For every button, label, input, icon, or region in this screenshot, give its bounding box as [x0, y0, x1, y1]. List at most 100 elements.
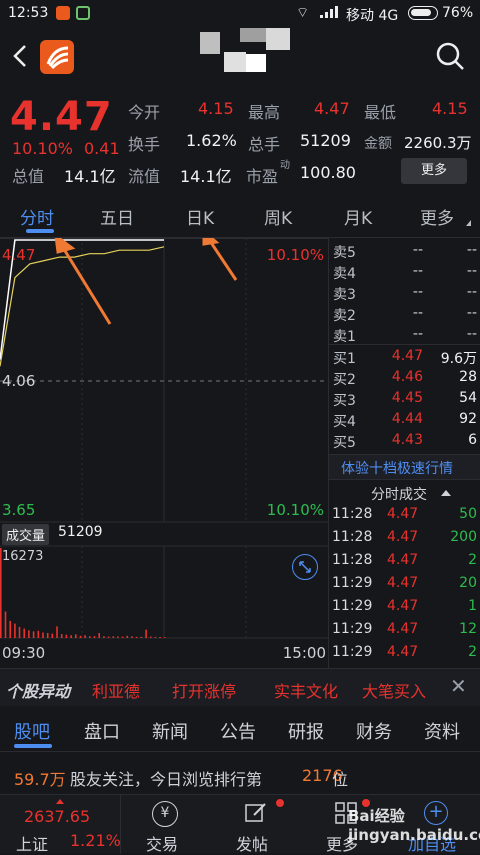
alert-item-1[interactable]: 利亚德 [92, 678, 140, 702]
sell-price: -- [412, 326, 423, 342]
pe-label: 市盈 [246, 167, 279, 186]
buy-row: 买5 4.43 6 [329, 432, 480, 453]
trade-icon: ¥ [152, 801, 178, 827]
buy-volume: 92 [459, 411, 477, 427]
tab-five-day[interactable]: 五日 [100, 204, 134, 229]
time-axis-start: 09:30 [2, 644, 46, 662]
mktcap-label: 总值 [12, 167, 45, 186]
ticks-sort-icon[interactable] [441, 490, 451, 496]
alert-item-3[interactable]: 实丰文化 [274, 678, 338, 702]
volume-bar [145, 629, 147, 638]
intraday-chart[interactable]: 4.47 10.10% 4.06 3.65 10.10% 成交量 51209 1… [0, 238, 328, 668]
volume-bar [46, 633, 49, 638]
tick-volume: 2 [468, 644, 477, 660]
volume-bar [159, 637, 161, 638]
volume-bar [121, 636, 124, 638]
volume-bar [98, 633, 100, 638]
sell-row: 卖3 -- -- [329, 284, 480, 305]
tick-volume: 1 [468, 598, 477, 614]
volume-bar [164, 637, 166, 638]
sell-price: -- [412, 263, 423, 279]
post-label: 发帖 [236, 835, 269, 854]
section-news[interactable]: 新闻 [152, 718, 188, 744]
tab-more[interactable]: 更多 [420, 204, 454, 229]
battery-icon [408, 6, 438, 20]
tab-weekly-k[interactable]: 周K [264, 204, 292, 229]
buy-label: 买5 [333, 435, 356, 451]
header [0, 28, 480, 88]
annotation-arrows [54, 238, 238, 325]
tab-intraday[interactable]: 分时 [20, 204, 54, 229]
expand-icon[interactable] [292, 554, 318, 580]
more-button[interactable]: 更多 [401, 158, 467, 184]
post-button[interactable]: 发帖 [224, 795, 314, 854]
ten-level-promo[interactable]: 体验十档极速行情 [329, 454, 480, 480]
tab-monthly-k[interactable]: 月K [344, 204, 372, 229]
tick-time: 11:29 [332, 598, 373, 614]
section-research[interactable]: 研报 [288, 718, 324, 744]
chart-tabs: 分时 五日 日K 周K 月K 更多 [0, 196, 480, 238]
change-amount: 0.41 [84, 139, 120, 158]
sell-label: 卖4 [333, 266, 356, 282]
tick-price: 4.47 [387, 529, 419, 545]
section-announcements[interactable]: 公告 [220, 718, 256, 744]
section-tabs: 股吧 盘口 新闻 公告 研报 财务 资料 [0, 706, 480, 752]
section-forum[interactable]: 股吧 [14, 718, 50, 744]
stock-name-mosaic [200, 28, 290, 74]
high-value: 4.47 [314, 99, 350, 118]
volume-bar [28, 630, 30, 638]
index-quote[interactable]: 2637.65 上证 1.21% [0, 795, 121, 854]
alert-item-4[interactable]: 大笔买入 [362, 678, 426, 702]
pe-value: 100.80 [300, 163, 356, 182]
time-axis-end: 15:00 [282, 644, 326, 662]
trade-button[interactable]: ¥ 交易 [124, 795, 214, 854]
more-dropdown-icon [466, 220, 471, 226]
follower-info: 59.7万 股友关注，今日浏览排行第 2176 位 [0, 758, 480, 794]
section-orderbook[interactable]: 盘口 [84, 718, 120, 744]
sell-row: 卖4 -- -- [329, 263, 480, 284]
mktcap-value: 14.1亿 [64, 167, 116, 186]
chart-canvas [0, 238, 328, 639]
tick-time: 11:28 [332, 506, 373, 522]
footer-divider [120, 795, 121, 854]
low-label: 最低 [364, 103, 397, 122]
status-time: 12:53 [8, 5, 49, 21]
buy-price: 4.46 [391, 369, 423, 385]
sell-label: 卖3 [333, 287, 356, 303]
volume-bar [14, 623, 16, 638]
volume-bar [89, 636, 91, 638]
sell-volume: -- [466, 305, 477, 321]
close-icon[interactable]: ✕ [450, 674, 467, 698]
app-notification-icon [56, 6, 70, 20]
follower-count: 59.7万 [14, 770, 66, 789]
buy-label: 买1 [333, 351, 356, 367]
volume-bar [79, 635, 82, 638]
volume-indicator-label[interactable]: 成交量 [2, 524, 50, 545]
buy-label: 买2 [333, 372, 356, 388]
chart-high-price: 4.47 [2, 246, 36, 264]
volume-bar [18, 626, 21, 638]
volume-bar [93, 636, 96, 638]
status-bar: 12:53 ⌔ 移动 4G 76% [0, 0, 480, 28]
book-divider [329, 344, 480, 345]
search-icon[interactable] [434, 40, 466, 72]
tick-time: 11:29 [332, 575, 373, 591]
back-icon[interactable] [10, 42, 30, 70]
tab-daily-k[interactable]: 日K [186, 204, 214, 229]
bottom-toolbar: 2637.65 上证 1.21% ¥ 交易 发帖 更多 + 加自选 Bai经验 … [0, 794, 480, 854]
tick-volume: 12 [459, 621, 477, 637]
section-profile[interactable]: 资料 [424, 718, 460, 744]
sell-price: -- [412, 242, 423, 258]
buy-volume: 28 [459, 369, 477, 385]
volume-bar [42, 632, 44, 638]
volume-bar [126, 635, 129, 638]
section-financials[interactable]: 财务 [356, 718, 392, 744]
ten-level-promo-text: 体验十档极速行情 [341, 461, 453, 477]
sell-row: 卖2 -- -- [329, 305, 480, 326]
high-label: 最高 [248, 103, 281, 122]
ticks-title: 分时成交 [371, 487, 427, 503]
sell-label: 卖5 [333, 245, 356, 261]
alert-item-2[interactable]: 打开涨停 [172, 678, 236, 702]
sell-volume: -- [466, 284, 477, 300]
follower-text: 股友关注，今日浏览排行第 [70, 770, 263, 789]
